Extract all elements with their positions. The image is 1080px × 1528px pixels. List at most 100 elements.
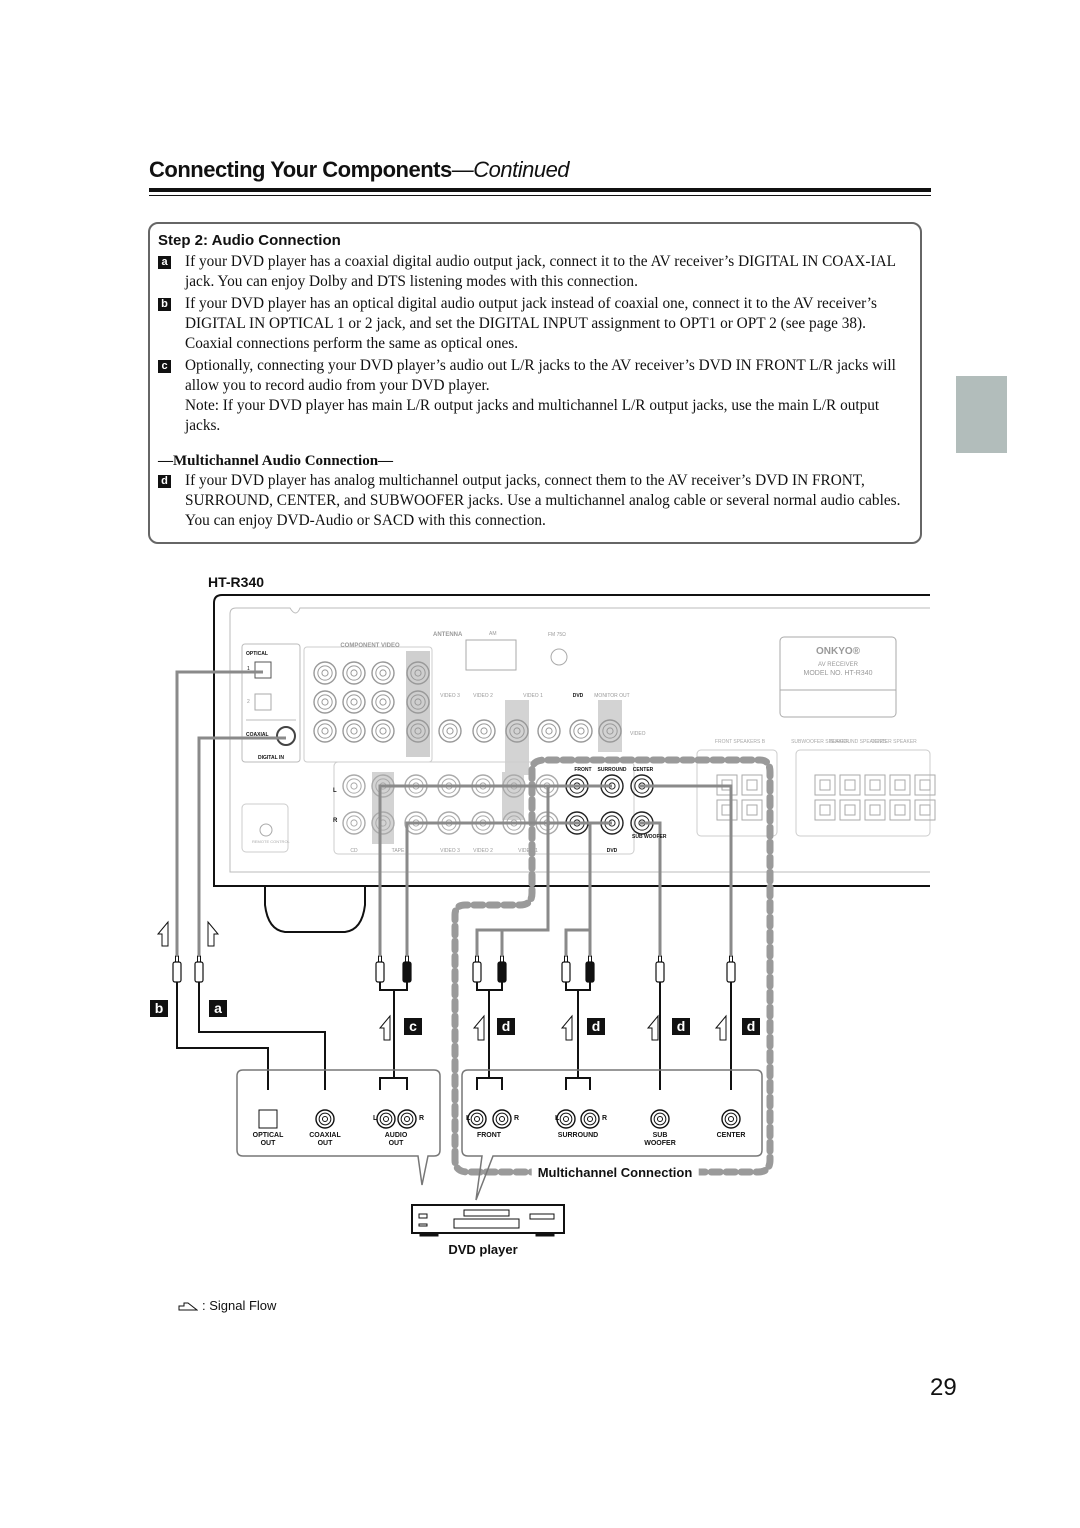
diagram-label: VIDEO 3 xyxy=(440,848,460,854)
video-jack xyxy=(537,719,561,743)
component-video-jack xyxy=(313,690,337,714)
speaker-terminal xyxy=(839,799,861,821)
component-video-jack xyxy=(342,719,366,743)
center-out-label: CENTER xyxy=(716,1132,746,1139)
optical-plug xyxy=(172,955,182,983)
optical-out-jack xyxy=(258,1109,278,1129)
diagram-label: VIDEO 2 xyxy=(473,848,493,854)
speaker-terminal xyxy=(889,799,911,821)
diagram-label: L xyxy=(466,1115,471,1122)
marker-d-diagram: d xyxy=(587,1018,605,1035)
subwoofer-out-label: SUB xyxy=(652,1132,668,1139)
dvd-player-icon xyxy=(411,1204,565,1237)
speaker-terminal xyxy=(889,774,911,796)
diagram-label: REMOTE CONTROL xyxy=(252,839,290,844)
diagram-label: MONITOR OUT xyxy=(594,693,630,699)
marker-d-diagram: d xyxy=(672,1018,690,1035)
rca-plug xyxy=(655,955,665,983)
player-output-jacks xyxy=(258,1109,741,1129)
diagram-label: SURROUND xyxy=(597,767,627,773)
audio-out-r-jack xyxy=(397,1109,417,1129)
front-out-label: FRONT xyxy=(476,1132,502,1139)
dvd-player-label: DVD player xyxy=(448,1242,518,1257)
optical-1-jack xyxy=(254,661,272,679)
diagram-label: CD xyxy=(350,848,358,854)
audio-in-jack-l xyxy=(342,774,366,798)
diagram-label: 1 xyxy=(247,666,250,672)
signal-flow-arrow-icon xyxy=(646,1014,659,1041)
rca-plug xyxy=(497,955,507,983)
speaker-terminal xyxy=(814,774,836,796)
signal-flow-arrow-icon xyxy=(156,920,169,947)
diagram-label: AV RECEIVER xyxy=(818,662,858,668)
diagram-label: MODEL NO. HT-R340 xyxy=(803,670,873,677)
rca-plug xyxy=(726,955,736,983)
diagram-label: COAXIAL xyxy=(246,732,269,738)
coaxial-out-jack xyxy=(315,1109,335,1129)
diagram-label: OUT xyxy=(317,1140,333,1147)
video-jack xyxy=(569,719,593,743)
receiver-foot xyxy=(264,886,366,933)
video-jack xyxy=(438,719,462,743)
coaxial-plug xyxy=(194,955,204,983)
speaker-terminal xyxy=(814,799,836,821)
legend-text: : Signal Flow xyxy=(202,1298,277,1313)
diagram-label: COMPONENT VIDEO xyxy=(340,643,400,649)
component-video-jack xyxy=(371,719,395,743)
component-video-jack xyxy=(313,719,337,743)
speaker-terminal xyxy=(716,799,738,821)
multichannel-out-jack xyxy=(650,1109,670,1129)
player-cable xyxy=(198,982,326,1090)
speaker-terminal xyxy=(864,774,886,796)
component-video-jack xyxy=(371,661,395,685)
diagram-label: DVD xyxy=(606,848,618,854)
optical-out-label: OPTICAL xyxy=(252,1132,284,1139)
diagram-label: VIDEO 1 xyxy=(518,848,538,854)
rca-plug xyxy=(375,955,385,983)
diagram-label: R xyxy=(514,1115,520,1122)
marker-b-diagram: b xyxy=(150,1000,168,1017)
rca-plug xyxy=(472,955,482,983)
surround-out-label: SURROUND xyxy=(557,1132,599,1139)
speaker-terminal xyxy=(741,799,763,821)
speaker-terminal xyxy=(839,774,861,796)
component-video-jack xyxy=(371,690,395,714)
diagram-label: OUT xyxy=(388,1140,404,1147)
diagram-label: FRONT SPEAKERS B xyxy=(714,739,766,745)
player-cable xyxy=(176,982,269,1090)
marker-d-diagram: d xyxy=(497,1018,515,1035)
audio-out-label: AUDIO xyxy=(384,1132,408,1139)
connection-diagram xyxy=(156,594,936,1237)
marker-d-diagram: d xyxy=(742,1018,760,1035)
diagram-label: ANTENNA xyxy=(433,632,463,638)
marker-a-diagram: a xyxy=(209,1000,227,1017)
page-number: 29 xyxy=(930,1374,957,1401)
diagram-label: ONKYO® xyxy=(815,646,861,657)
component-video-jack xyxy=(342,661,366,685)
diagram-label: TAPE xyxy=(391,848,405,854)
diagram-label: CENTER SPEAKER xyxy=(871,739,917,745)
multichannel-out-jack xyxy=(580,1109,600,1129)
audio-in-jack-r xyxy=(342,811,366,835)
diagram-label: VIDEO xyxy=(630,731,646,737)
diagram-label: VIDEO 3 xyxy=(440,693,460,699)
coaxial-jack xyxy=(276,726,296,746)
signal-flow-arrow-icon xyxy=(378,1014,391,1041)
multichannel-out-jack xyxy=(492,1109,512,1129)
speaker-terminal xyxy=(914,799,936,821)
signal-flow-arrows xyxy=(156,920,727,1041)
diagram-label: L xyxy=(555,1115,560,1122)
diagram-label: DIGITAL IN xyxy=(258,755,284,761)
diagram-label: OPTICAL xyxy=(246,651,268,657)
video-jack xyxy=(472,719,496,743)
rca-plug xyxy=(561,955,571,983)
signal-flow-icon xyxy=(178,1302,198,1310)
signal-flow-arrow-icon xyxy=(560,1014,573,1041)
diagram-label: VIDEO 2 xyxy=(473,693,493,699)
speaker-terminal xyxy=(914,774,936,796)
component-video-jack xyxy=(313,661,337,685)
diagram-label: SUB WOOFER xyxy=(632,834,667,840)
diagram-label: L xyxy=(373,1115,378,1122)
diagram-label: AM xyxy=(489,631,497,637)
diagram-label: WOOFER xyxy=(644,1140,676,1147)
